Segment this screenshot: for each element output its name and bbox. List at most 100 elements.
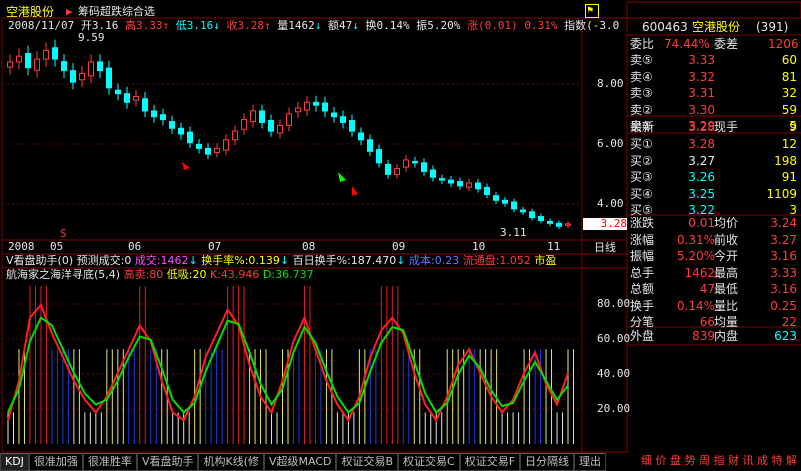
buy-signal-arrow	[338, 172, 346, 182]
candle-body	[529, 211, 535, 219]
candle-body	[538, 216, 544, 221]
tab-hen-zhun-sheng-lv[interactable]: 很准胜率	[82, 453, 137, 471]
candle-body	[286, 113, 292, 126]
tab-warrant-f[interactable]: 权证交易F	[459, 453, 521, 471]
stat-label: 换手	[630, 298, 655, 313]
amplitude-value: 5.20%	[427, 19, 461, 32]
candle-body	[457, 181, 463, 187]
weicha-value: 1206	[768, 37, 799, 51]
period-label[interactable]: 日线	[594, 242, 616, 254]
candle-body	[448, 179, 454, 184]
stock-serial: (391)	[756, 20, 789, 34]
candle-body	[304, 101, 310, 111]
stat-value: 1462	[684, 265, 715, 280]
candle-body	[331, 112, 337, 118]
candle-body	[556, 222, 562, 227]
tab-li-chu[interactable]: 理出	[574, 453, 607, 471]
candle-body	[88, 61, 94, 77]
chart-frame	[1, 17, 628, 453]
candle-body	[277, 124, 283, 134]
buy-level-label: 买①	[630, 137, 653, 151]
candle-body	[421, 162, 427, 172]
stat-label: 最低	[714, 282, 739, 296]
sell-volume: 32	[781, 86, 797, 100]
lock-icon[interactable]: ⚑	[585, 4, 599, 18]
sell-level-label: 卖⑤	[630, 53, 653, 67]
vol-value: 1462	[288, 19, 315, 32]
candle-body	[178, 127, 184, 135]
buy-level-label: 买③	[630, 170, 653, 184]
sell-volume: 60	[781, 53, 797, 67]
tab-kdj[interactable]: KDJ	[0, 453, 29, 471]
price-tick: 4.00	[597, 197, 624, 210]
candle-body	[394, 168, 400, 175]
stat-value: 0.14%	[676, 298, 715, 313]
candle-body	[295, 107, 301, 113]
candle-body	[502, 199, 508, 204]
stat-value: 66	[699, 315, 715, 329]
time-tick: 06	[128, 240, 142, 253]
footer-links[interactable]: 细 价 盘 势 周 指 财 讯 成 特 解	[606, 453, 801, 469]
tab-warrant-c[interactable]: 权证交易C	[398, 453, 460, 471]
time-tick: 05	[50, 240, 64, 253]
indicator-tab-bar: KDJ 很准加强 很准胜率 V看盘助手 机构K线(修 V超级MACD 权证交易B…	[0, 453, 801, 471]
candle-body	[259, 110, 265, 123]
buy-price: 3.26	[688, 170, 715, 184]
outer-label: 外盘	[630, 329, 655, 343]
candle-body	[376, 149, 382, 164]
inner-label: 内盘	[714, 329, 739, 343]
tab-hen-zhun-jia-qiang[interactable]: 很准加强	[28, 453, 83, 471]
candle-body	[439, 178, 445, 181]
sell-volume: 81	[781, 69, 797, 84]
stat-value: 0.25	[770, 298, 797, 313]
stat-label: 今开	[714, 249, 739, 263]
weibi-value: 74.44%	[664, 37, 710, 51]
now-hand-value: 9	[789, 120, 797, 134]
stat-value: 3.16	[770, 282, 797, 296]
tab-day-separator[interactable]: 日分隔线	[520, 453, 575, 471]
stat-label: 量比	[714, 298, 739, 313]
stat-value: 0.01	[688, 216, 715, 230]
candle-body	[322, 102, 328, 112]
candle-body	[133, 96, 139, 101]
buy-price: 3.27	[688, 153, 715, 168]
candle-body	[16, 55, 22, 63]
buy-level-label: 买②	[630, 153, 653, 168]
sell-price: 3.33	[688, 53, 715, 67]
panel-header-box	[626, 1, 801, 19]
buy-volume: 91	[781, 170, 797, 184]
max-price-mark: 9.59	[78, 31, 105, 44]
time-tick: 07	[208, 240, 222, 253]
time-tick: 10	[472, 240, 486, 253]
low-value: 3.16	[186, 19, 214, 32]
sell-signal-mark: S	[60, 227, 67, 240]
close-value: 3.28	[237, 19, 264, 32]
candle-body	[151, 110, 157, 118]
candle-body	[52, 47, 58, 60]
turnover-value: 0.14%	[376, 19, 410, 32]
date-value: 2008/11/07	[8, 19, 75, 32]
candle-body	[187, 131, 193, 144]
buy-price: 3.28	[688, 137, 715, 151]
tab-v-kan-pan[interactable]: V看盘助手	[136, 453, 199, 471]
weicha-label: 委差	[714, 37, 739, 51]
tab-ji-gou-k[interactable]: 机构K线(修	[198, 453, 264, 471]
quote-panel: 600463 空港股份 (391) 委比 74.44% 委差 1206 卖⑤ 3.…	[628, 20, 801, 452]
candle-body	[43, 49, 49, 60]
stat-value: 3.27	[770, 232, 797, 247]
kdj-tick: 40.00	[597, 367, 631, 380]
sell-price: 3.32	[688, 69, 715, 84]
min-price-mark: 3.11	[500, 226, 527, 239]
sell-price: 3.30	[688, 102, 715, 117]
change-pct-value: 0.31%	[524, 19, 558, 32]
candle-body	[106, 67, 112, 89]
inner-value: 623	[774, 329, 797, 343]
candle-body	[340, 116, 346, 123]
candle-body	[430, 169, 436, 178]
sell-signal-arrow	[182, 162, 190, 170]
selector-label[interactable]: 筹码超跌综合选	[78, 6, 155, 18]
tab-v-macd[interactable]: V超级MACD	[263, 453, 337, 471]
stat-label: 涨幅	[630, 232, 655, 247]
tab-warrant-b[interactable]: 权证交易B	[336, 453, 399, 471]
candle-body	[403, 159, 409, 168]
